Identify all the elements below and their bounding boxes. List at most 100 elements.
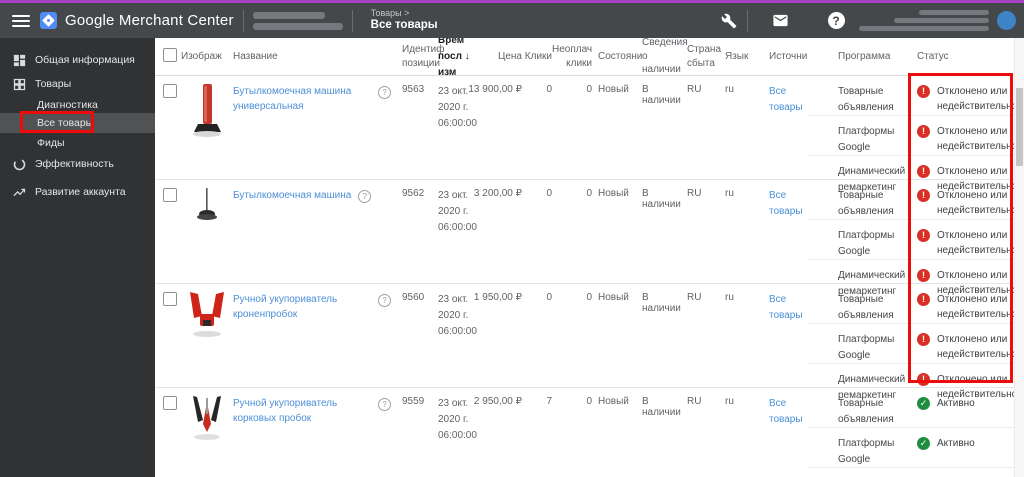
column-header-modified[interactable]: Врем посл ↓ изм (438, 33, 470, 81)
divider (351, 9, 353, 32)
unpaid-clicks: 0 (586, 84, 592, 95)
sidebar-item-label: Эффективность (35, 158, 114, 170)
error-status-icon: ! (917, 125, 930, 138)
column-header-clicks[interactable]: Клики (522, 51, 552, 62)
availability: В наличии (642, 292, 681, 314)
sidebar-item-products[interactable]: Товары (0, 74, 155, 94)
product-link[interactable]: Бутылкомоечная машина (233, 188, 351, 203)
sidebar-item-label: Развитие аккаунта (35, 186, 126, 198)
column-header-availability[interactable]: Сведения о наличии (636, 36, 688, 77)
divider (747, 9, 748, 32)
program-name: Товарные объявления (838, 86, 894, 113)
brand-title: Google Merchant Center (65, 12, 234, 29)
menu-icon[interactable] (12, 14, 30, 27)
clicks: 0 (546, 292, 552, 303)
help-icon[interactable]: ? (827, 12, 845, 30)
error-status-icon: ! (917, 165, 930, 178)
state: Новый (598, 188, 629, 199)
clicks: 0 (546, 188, 552, 199)
product-link[interactable]: Ручной укупориватель корковых пробок (233, 396, 371, 426)
error-status-icon: ! (917, 293, 930, 306)
performance-icon (13, 158, 26, 170)
dashboard-icon (13, 54, 26, 66)
column-header-source[interactable]: Источни (769, 51, 807, 62)
help-icon[interactable]: ? (378, 86, 391, 99)
source-link[interactable]: Все товары (769, 86, 803, 113)
source-link[interactable]: Все товары (769, 294, 803, 321)
clicks: 0 (546, 84, 552, 95)
breadcrumb-section[interactable]: Товары > (371, 8, 438, 19)
program-name: Платформы Google (838, 334, 895, 361)
sidebar-item-overview[interactable]: Общая информация (0, 50, 155, 70)
language: ru (725, 84, 734, 95)
program-name: Платформы Google (838, 126, 895, 153)
table-row: Ручной укупориватель кроненпробок? 9560 … (155, 284, 1024, 401)
state: Новый (598, 84, 629, 95)
column-header-price[interactable]: Цена (468, 51, 522, 62)
sidebar-item-label: Диагностика (37, 99, 98, 111)
sidebar-item-label: Товары (35, 78, 72, 90)
mail-icon[interactable] (771, 12, 789, 30)
availability: В наличии (642, 396, 681, 418)
merchant-center-window: Google Merchant Center Товары > Все това… (0, 0, 1024, 477)
scrollbar-track[interactable] (1014, 38, 1024, 477)
active-status-icon: ✓ (917, 397, 930, 410)
program-name: Товарные объявления (838, 398, 894, 425)
sidebar-item-label: Все товары (37, 117, 94, 129)
column-header-name[interactable]: Название (233, 51, 402, 62)
products-grid-icon (13, 78, 26, 90)
unpaid-clicks: 0 (586, 292, 592, 303)
country: RU (687, 396, 702, 407)
program-name: Товарные объявления (838, 294, 894, 321)
error-status-icon: ! (917, 189, 930, 202)
tools-wrench-icon[interactable] (720, 12, 738, 30)
status-text: Отклонено или недействительно (937, 86, 1018, 112)
sidebar-item-feeds[interactable]: Фиды (0, 133, 192, 153)
help-icon[interactable]: ? (358, 190, 372, 203)
sidebar-item-diagnostics[interactable]: Диагностика (0, 95, 192, 115)
column-header-unpaid-clicks[interactable]: Неоплач клики (552, 43, 592, 70)
account-info-redacted (859, 10, 989, 31)
source-link[interactable]: Все товары (769, 398, 803, 425)
column-header-id[interactable]: Идентиф позиции (402, 43, 445, 70)
status-text: Активно (937, 438, 975, 449)
error-status-icon: ! (917, 373, 930, 386)
price: 3 200,00 ₽ (473, 188, 522, 199)
merchant-center-logo-icon (40, 12, 57, 29)
row-checkbox[interactable] (163, 292, 177, 306)
status-text: Активно (937, 398, 975, 409)
avatar[interactable] (997, 11, 1016, 30)
column-header-country[interactable]: Страна сбыта (685, 43, 723, 70)
scrollbar-thumb[interactable] (1016, 88, 1023, 166)
sidebar-item-label: Фиды (37, 137, 65, 149)
select-all-checkbox[interactable] (163, 48, 177, 62)
account-name-redacted[interactable] (252, 11, 343, 30)
row-checkbox[interactable] (163, 396, 177, 410)
column-header-program[interactable]: Программа (807, 51, 917, 62)
product-id: 9562 (402, 188, 425, 199)
table-header-row: Изображ Название Идентиф позиции Врем по… (155, 35, 1024, 78)
status-text: Отклонено или недействительно (937, 294, 1018, 320)
sidebar-item-growth[interactable]: Развитие аккаунта (0, 182, 155, 202)
help-icon[interactable]: ? (378, 294, 391, 307)
sidebar-item-all-products[interactable]: Все товары (0, 113, 192, 133)
product-link[interactable]: Ручной укупориватель кроненпробок (233, 292, 371, 322)
availability: В наличии (642, 84, 681, 106)
program-name: Платформы Google (838, 230, 895, 257)
column-header-state[interactable]: Состояни (592, 51, 642, 62)
row-checkbox[interactable] (163, 188, 177, 202)
unpaid-clicks: 0 (586, 396, 592, 407)
help-icon[interactable]: ? (378, 398, 391, 411)
column-header-language[interactable]: Язык (723, 51, 769, 62)
table-row: Бутылкомоечная машина универсальная? 956… (155, 76, 1024, 193)
sidebar-item-performance[interactable]: Эффективность (0, 154, 155, 174)
window-accent-bar (0, 0, 1024, 3)
status-text: Отклонено или недействительно (937, 334, 1018, 360)
column-header-status[interactable]: Статус (917, 51, 1024, 62)
column-header-image[interactable]: Изображ (181, 51, 233, 62)
source-link[interactable]: Все товары (769, 190, 803, 217)
error-status-icon: ! (917, 269, 930, 282)
state: Новый (598, 292, 629, 303)
country: RU (687, 84, 702, 95)
product-link[interactable]: Бутылкомоечная машина универсальная (233, 84, 371, 114)
